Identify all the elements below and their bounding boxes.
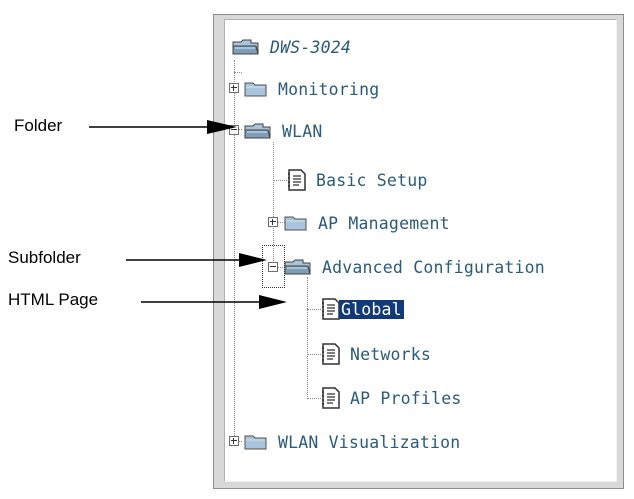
callout-arrows	[89, 120, 287, 309]
arrow-to-folder	[89, 120, 237, 134]
arrow-to-subfolder	[126, 253, 267, 267]
arrow-to-html-page	[141, 295, 287, 309]
